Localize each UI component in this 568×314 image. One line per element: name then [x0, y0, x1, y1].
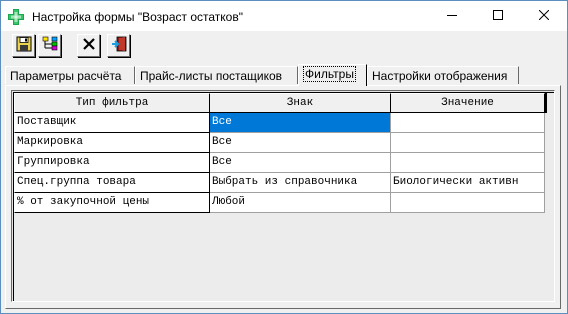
green-cross-icon: [8, 9, 24, 25]
column-header-filter-type[interactable]: Тип фильтра: [14, 93, 210, 113]
value-cell[interactable]: [391, 153, 545, 173]
toolbar: [1, 31, 567, 61]
sign-cell[interactable]: Любой: [210, 193, 391, 213]
save-button[interactable]: [12, 34, 35, 57]
tab-display-settings[interactable]: Настройки отображения: [367, 66, 519, 84]
tab-supplier-pricelists[interactable]: Прайс-листы постащиков: [135, 66, 298, 84]
maximize-icon: [492, 9, 503, 23]
window-title: Настройка формы "Возраст остатков": [32, 10, 243, 24]
tab-label: Параметры расчёта: [10, 69, 122, 83]
tab-label: Прайс-листы постащиков: [140, 69, 283, 83]
tab-label: Настройки отображения: [372, 69, 508, 83]
tree-button[interactable]: [38, 34, 61, 57]
sign-cell[interactable]: Выбрать из справочника: [210, 173, 391, 193]
filter-type-cell: Группировка: [14, 153, 210, 173]
sign-cell[interactable]: Все: [210, 153, 391, 173]
filter-type-cell: Спец.группа товара: [14, 173, 210, 193]
grid-body: Тип фильтра Знак Значение Поставщик Все …: [13, 92, 554, 301]
tab-calculation-params[interactable]: Параметры расчёта: [5, 66, 135, 84]
delete-icon: [82, 37, 96, 54]
delete-button[interactable]: [77, 34, 100, 57]
grid-edge: [545, 93, 547, 113]
minimize-button[interactable]: [429, 1, 474, 31]
value-cell[interactable]: Биологически активн: [391, 173, 545, 193]
tab-label: Фильтры: [303, 66, 356, 82]
title-bar[interactable]: Настройка формы "Возраст остатков": [1, 1, 567, 31]
column-header-sign[interactable]: Знак: [210, 93, 391, 113]
tab-filters[interactable]: Фильтры: [298, 64, 367, 86]
save-icon: [16, 36, 32, 55]
filter-type-cell: Маркировка: [14, 133, 210, 153]
tree-icon: [42, 36, 58, 55]
sign-cell[interactable]: Все: [210, 133, 391, 153]
value-cell[interactable]: [391, 133, 545, 153]
filters-tab-page: Тип фильтра Знак Значение Поставщик Все …: [5, 85, 561, 309]
value-cell[interactable]: [391, 193, 545, 213]
settings-window: Настройка формы "Возраст остатков" Парам…: [0, 0, 568, 314]
close-icon: [538, 9, 549, 23]
exit-button[interactable]: [107, 34, 130, 57]
maximize-button[interactable]: [475, 1, 520, 31]
minimize-icon: [446, 9, 457, 23]
filter-type-cell: % от закупочной цены: [14, 193, 210, 213]
filter-type-cell: Поставщик: [14, 113, 210, 133]
column-header-value[interactable]: Значение: [391, 93, 545, 113]
value-cell[interactable]: [391, 113, 545, 133]
sign-cell[interactable]: Все: [210, 113, 391, 133]
exit-icon: [111, 36, 127, 55]
filters-grid[interactable]: Тип фильтра Знак Значение Поставщик Все …: [11, 90, 555, 302]
close-button[interactable]: [521, 1, 566, 31]
